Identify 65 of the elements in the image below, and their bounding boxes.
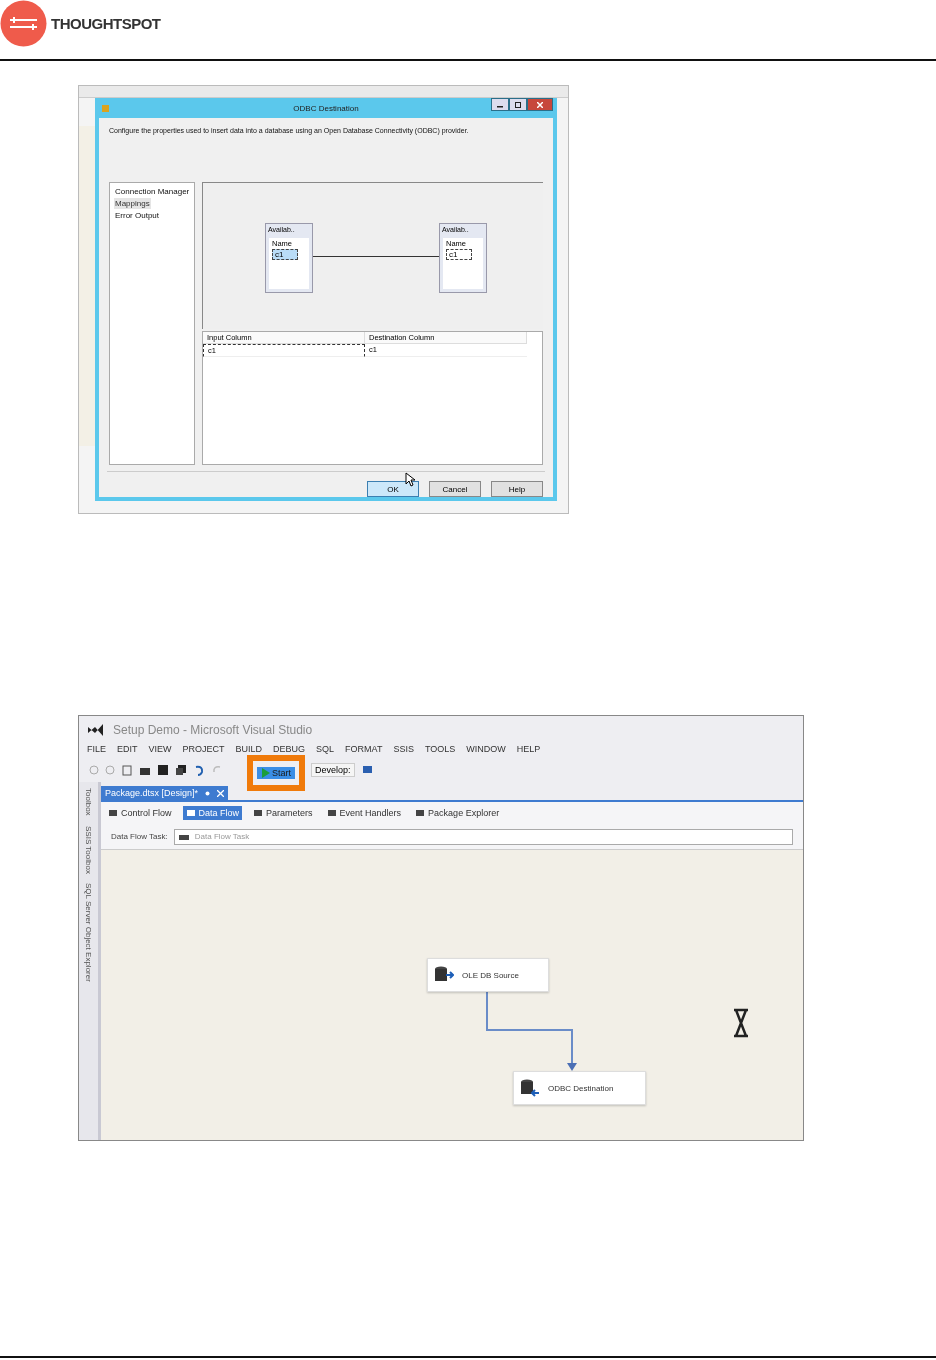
nav-item[interactable]: Connection Manager xyxy=(114,186,191,198)
side-tab[interactable]: SQL Server Object Explorer xyxy=(84,883,93,983)
menu-item[interactable]: SQL xyxy=(312,744,342,754)
tab-icon xyxy=(108,808,118,818)
task-label: Data Flow Task: xyxy=(111,832,168,841)
menu-item[interactable]: WINDOW xyxy=(462,744,513,754)
menu-item[interactable]: FORMAT xyxy=(341,744,390,754)
back-icon xyxy=(89,765,99,775)
menu-item[interactable]: EDIT xyxy=(113,744,145,754)
minimize-button[interactable] xyxy=(491,98,509,111)
database-export-icon xyxy=(434,966,454,984)
nav-item[interactable]: Mappings xyxy=(114,198,151,210)
designer-tab[interactable]: Data Flow xyxy=(182,806,243,820)
designer-tab[interactable]: Event Handlers xyxy=(323,806,405,820)
configuration-dropdown[interactable]: Develop: xyxy=(311,763,355,777)
save-icon xyxy=(157,764,169,776)
designer-tab[interactable]: Package Explorer xyxy=(412,806,503,820)
save-all-icon xyxy=(175,764,187,776)
component-node[interactable]: OLE DB Source xyxy=(427,958,549,992)
dialog-button[interactable]: Help xyxy=(491,481,543,497)
pin-icon xyxy=(204,789,212,797)
new-project-icon xyxy=(121,764,133,776)
close-button[interactable] xyxy=(527,98,553,111)
logo-icon xyxy=(0,0,47,47)
menu-item[interactable]: FILE xyxy=(83,744,113,754)
menu-item[interactable]: SSIS xyxy=(389,744,421,754)
nav-item[interactable]: Error Output xyxy=(114,210,160,222)
undo-icon xyxy=(193,764,205,776)
window-title: Setup Demo - Microsoft Visual Studio xyxy=(113,723,313,737)
tab-icon xyxy=(326,808,337,818)
component-node[interactable]: ODBC Destination xyxy=(513,1071,646,1105)
menu-item[interactable]: VIEW xyxy=(144,744,179,754)
menu-item[interactable]: PROJECT xyxy=(178,744,232,754)
document-tab[interactable]: Package.dtsx [Design]* xyxy=(101,786,229,800)
designer-tab[interactable]: Control Flow xyxy=(105,806,175,820)
column-item[interactable]: c1 xyxy=(272,249,298,261)
app-icon xyxy=(101,104,110,114)
tab-icon xyxy=(185,808,196,818)
cursor-icon xyxy=(405,472,415,487)
side-tab[interactable]: SSIS Toolbox xyxy=(84,825,93,874)
dialog-title: ODBC Destination xyxy=(293,103,359,113)
hourglass-icon xyxy=(732,1008,750,1038)
maximize-button[interactable] xyxy=(509,98,527,111)
attach-icon xyxy=(360,764,375,776)
menu-item[interactable]: TOOLS xyxy=(420,744,463,754)
dialog-button[interactable]: OK xyxy=(367,481,419,497)
close-icon xyxy=(217,789,225,797)
menu-item[interactable]: BUILD xyxy=(231,744,270,754)
maximize-icon xyxy=(515,101,521,108)
logo-icon xyxy=(87,723,105,737)
task-icon xyxy=(178,832,189,841)
database-import-icon xyxy=(520,1079,540,1097)
menu-item[interactable]: HELP xyxy=(512,744,548,754)
brand-name: THOUGHTSPOT xyxy=(51,15,161,32)
side-tab[interactable]: Toolbox xyxy=(84,788,93,816)
designer-tab[interactable]: Parameters xyxy=(250,806,316,820)
start-button[interactable]: Start xyxy=(257,767,295,779)
close-icon xyxy=(537,101,543,108)
menu-item[interactable]: DEBUG xyxy=(269,744,313,754)
tab-icon xyxy=(415,808,426,818)
column-item[interactable]: c1 xyxy=(446,249,472,261)
dialog-button[interactable]: Cancel xyxy=(429,481,481,497)
play-icon xyxy=(261,768,270,778)
tab-icon xyxy=(253,808,264,818)
forward-icon xyxy=(105,765,115,775)
